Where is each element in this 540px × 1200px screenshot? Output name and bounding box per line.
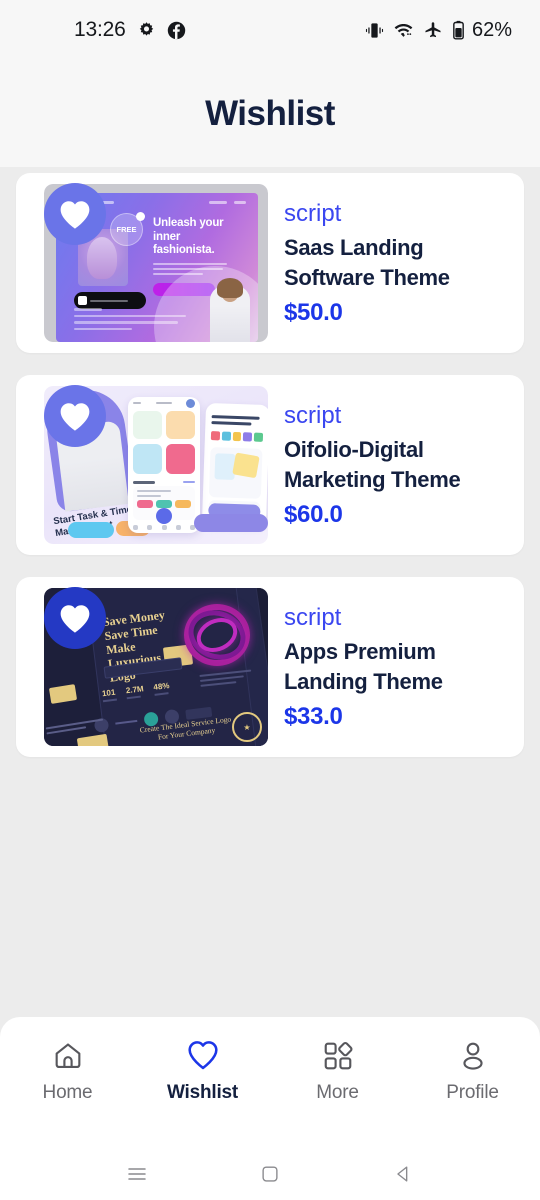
product-info: script Oifolio-Digital Marketing Theme $… bbox=[268, 399, 524, 532]
nav-item-more[interactable]: More bbox=[270, 1039, 405, 1104]
page-title: Wishlist bbox=[205, 93, 335, 133]
wishlist-list[interactable]: FREE Unleash your inner fashionista. scr… bbox=[0, 167, 540, 1017]
airplane-mode-icon bbox=[423, 21, 443, 40]
product-card[interactable]: ♛ ▣ Save Money Save Time Make Luxurious … bbox=[16, 577, 524, 757]
nav-label-more: More bbox=[316, 1082, 359, 1103]
product-category[interactable]: script bbox=[284, 399, 512, 433]
product-title: Oifolio-Digital Marketing Theme bbox=[284, 436, 461, 492]
status-bar: 13:26 62% bbox=[0, 0, 540, 60]
product-thumbnail-wrap: ♛ ▣ Save Money Save Time Make Luxurious … bbox=[44, 587, 268, 746]
battery-icon bbox=[452, 20, 465, 40]
product-price: $50.0 bbox=[284, 298, 343, 326]
product-title: Apps Premium Landing Theme bbox=[284, 638, 443, 694]
heart-icon bbox=[60, 200, 90, 229]
product-card[interactable]: Start Task & Time Management bbox=[16, 375, 524, 555]
nav-label-profile: Profile bbox=[446, 1082, 499, 1103]
settings-gear-icon bbox=[137, 21, 156, 40]
facebook-icon bbox=[167, 21, 186, 40]
product-info: script Apps Premium Landing Theme $33.0 bbox=[268, 601, 524, 734]
home-button[interactable] bbox=[248, 1152, 292, 1196]
nav-item-home[interactable]: Home bbox=[0, 1039, 135, 1104]
product-thumbnail-wrap: Start Task & Time Management bbox=[44, 385, 268, 544]
person-icon bbox=[457, 1039, 489, 1073]
android-system-nav bbox=[0, 1148, 540, 1200]
heart-icon bbox=[186, 1039, 220, 1073]
wifi-icon bbox=[393, 21, 414, 40]
nav-label-wishlist: Wishlist bbox=[166, 1082, 239, 1103]
heart-icon bbox=[60, 402, 90, 431]
product-title: Saas Landing Software Theme bbox=[284, 234, 450, 290]
home-icon bbox=[52, 1039, 84, 1073]
battery-percent: 62% bbox=[471, 18, 512, 41]
product-price: $33.0 bbox=[284, 702, 343, 730]
product-info: script Saas Landing Software Theme $50.0 bbox=[268, 197, 524, 330]
product-category[interactable]: script bbox=[284, 601, 512, 635]
app-header: Wishlist bbox=[0, 60, 540, 167]
vibrate-icon bbox=[365, 21, 384, 40]
recents-button[interactable] bbox=[115, 1152, 159, 1196]
product-price: $60.0 bbox=[284, 500, 343, 528]
nav-label-home: Home bbox=[42, 1082, 93, 1103]
back-button[interactable] bbox=[381, 1152, 425, 1196]
bottom-navigation-bar: Home Wishlist More Profile bbox=[0, 1017, 540, 1148]
thumb-headline: Unleash your inner fashionista. bbox=[153, 217, 224, 256]
product-category[interactable]: script bbox=[284, 197, 512, 231]
product-thumbnail-wrap: FREE Unleash your inner fashionista. bbox=[44, 183, 268, 342]
heart-icon bbox=[60, 604, 90, 633]
favorite-heart-badge[interactable] bbox=[44, 385, 106, 447]
nav-item-wishlist[interactable]: Wishlist bbox=[135, 1039, 270, 1104]
status-bar-right: 62% bbox=[365, 19, 512, 42]
status-time: 13:26 bbox=[74, 18, 126, 41]
product-card[interactable]: FREE Unleash your inner fashionista. scr… bbox=[16, 173, 524, 353]
grid-shapes-icon bbox=[322, 1039, 354, 1073]
favorite-heart-badge[interactable] bbox=[44, 587, 106, 649]
status-bar-left: 13:26 bbox=[74, 18, 186, 42]
favorite-heart-badge[interactable] bbox=[44, 183, 106, 245]
nav-item-profile[interactable]: Profile bbox=[405, 1039, 540, 1104]
